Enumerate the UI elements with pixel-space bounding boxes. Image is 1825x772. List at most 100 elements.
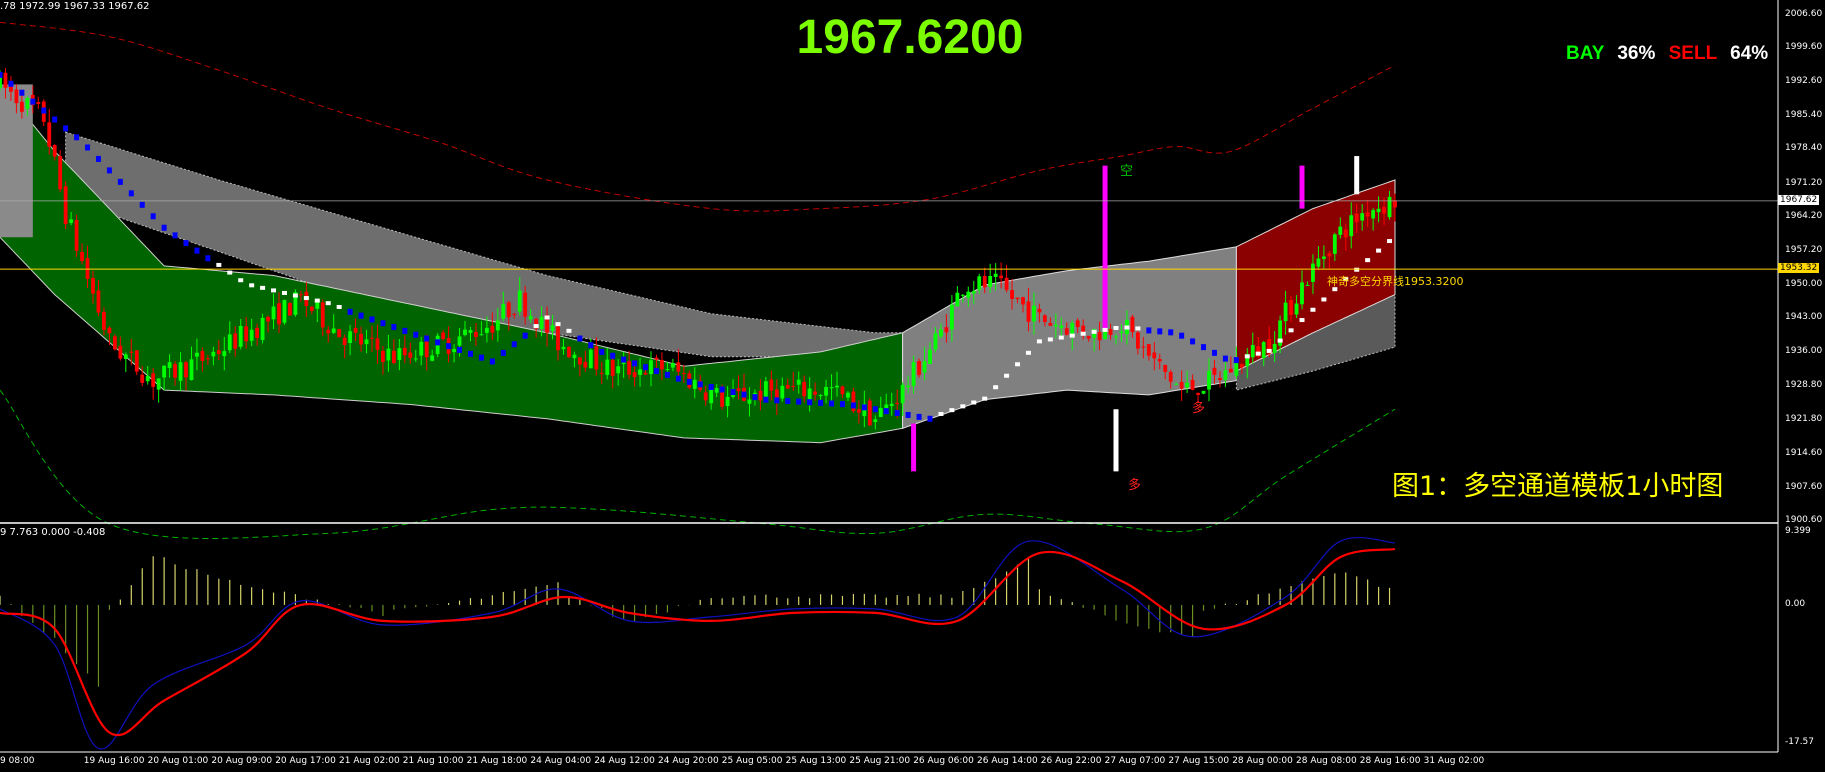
candle-body: [1207, 370, 1211, 390]
candle-body: [955, 292, 960, 307]
trend-dot: [249, 283, 255, 288]
candle-body: [922, 361, 927, 373]
candle-body: [364, 339, 369, 345]
trend-dot: [916, 413, 922, 420]
candle-body: [1163, 364, 1168, 372]
candle-body: [441, 332, 446, 340]
time-tick-label: 24 Aug 12:00: [594, 756, 655, 766]
trend-dot: [292, 293, 298, 298]
trend-dot: [1004, 373, 1010, 378]
trend-dot: [227, 270, 233, 275]
candle-body: [112, 336, 117, 350]
trend-dot: [1190, 338, 1196, 345]
trend-dot: [1124, 325, 1130, 330]
trend-dot: [610, 352, 616, 359]
trend-dot: [807, 399, 813, 406]
trend-dot: [905, 411, 911, 418]
candle-body: [747, 399, 752, 404]
candle-body: [802, 381, 807, 397]
trend-dot: [358, 312, 364, 319]
candle-body: [1354, 213, 1359, 223]
trend-dot: [172, 232, 178, 239]
candle-body: [829, 387, 834, 389]
trend-dot: [1047, 337, 1053, 342]
candle-body: [184, 362, 188, 378]
candle-body: [791, 385, 796, 387]
candle-body: [528, 315, 533, 320]
candle-body: [627, 361, 632, 375]
time-tick-label: 28 Aug 00:00: [1232, 756, 1293, 766]
candle-body: [999, 275, 1004, 279]
trend-dot: [128, 190, 134, 197]
candle-body: [1048, 322, 1053, 326]
candle-body: [255, 327, 260, 338]
trend-dot: [544, 315, 550, 320]
candle-body: [134, 350, 139, 372]
candle-body: [1086, 335, 1091, 339]
trend-dot: [336, 304, 342, 309]
candle-body: [80, 252, 84, 261]
candle-body: [205, 358, 210, 360]
candle-body: [495, 320, 500, 331]
candle-body: [189, 359, 194, 381]
candle-body: [676, 362, 681, 372]
time-tick-label: 24 Aug 20:00: [658, 756, 719, 766]
time-tick-label: 28 Aug 16:00: [1359, 756, 1421, 766]
candle-body: [91, 277, 95, 294]
candle-body: [1157, 358, 1162, 362]
candle-body: [1042, 315, 1047, 323]
candle-body: [550, 325, 555, 331]
candle-body: [807, 388, 812, 400]
trend-dot: [643, 364, 649, 371]
price-chart[interactable]: [0, 0, 1825, 772]
candle-body: [616, 366, 621, 374]
price-tick-label: 1900.60: [1785, 515, 1823, 525]
candle-body: [1053, 324, 1058, 327]
trend-dot: [872, 406, 878, 413]
candle-body: [244, 326, 249, 342]
time-tick-label: 21 Aug 10:00: [402, 756, 464, 766]
trend-dot: [883, 408, 889, 415]
candle-body: [9, 85, 13, 92]
candle-body: [605, 359, 610, 375]
price-tick-label: 2006.60: [1785, 8, 1823, 19]
candle-body: [408, 352, 413, 358]
candle-body: [375, 338, 380, 350]
candle-body: [1021, 297, 1025, 305]
bay-percent: 36%: [1617, 43, 1656, 64]
candle-body: [818, 395, 823, 397]
trend-dot: [161, 224, 167, 231]
trend-dot: [522, 332, 528, 339]
trend-dot: [533, 324, 539, 329]
candle-body: [906, 385, 911, 388]
candle-body: [588, 349, 593, 369]
trend-dot: [971, 400, 977, 405]
price-tick-label: 1921.80: [1785, 413, 1823, 424]
trend-dot: [1025, 350, 1031, 355]
candle-body: [1064, 328, 1069, 335]
candle-body: [1239, 364, 1244, 368]
candle-body: [911, 362, 916, 386]
trend-dot: [774, 397, 780, 404]
trend-dot: [763, 396, 769, 403]
current-price: 1967.6200: [796, 11, 1024, 64]
trend-dot: [686, 378, 692, 385]
trend-dot: [1321, 297, 1327, 302]
candle-body: [233, 333, 238, 349]
trend-dot: [303, 296, 309, 301]
candle-body: [1360, 213, 1365, 221]
candle-body: [58, 156, 63, 190]
candle-body: [1108, 328, 1113, 336]
candle-body: [889, 403, 894, 407]
candle-body: [856, 409, 861, 413]
candle-body: [1075, 320, 1080, 328]
candle-body: [692, 379, 697, 389]
trend-dot: [347, 308, 353, 315]
candle-body: [928, 349, 932, 364]
candle-body: [1393, 200, 1397, 208]
trend-dot: [861, 404, 867, 411]
sentiment-readout: BAY 36% SELL 64%: [1566, 43, 1768, 65]
candle-body: [796, 379, 801, 385]
trend-dot: [1036, 339, 1042, 344]
duo-marker-1: 多: [1128, 478, 1142, 493]
